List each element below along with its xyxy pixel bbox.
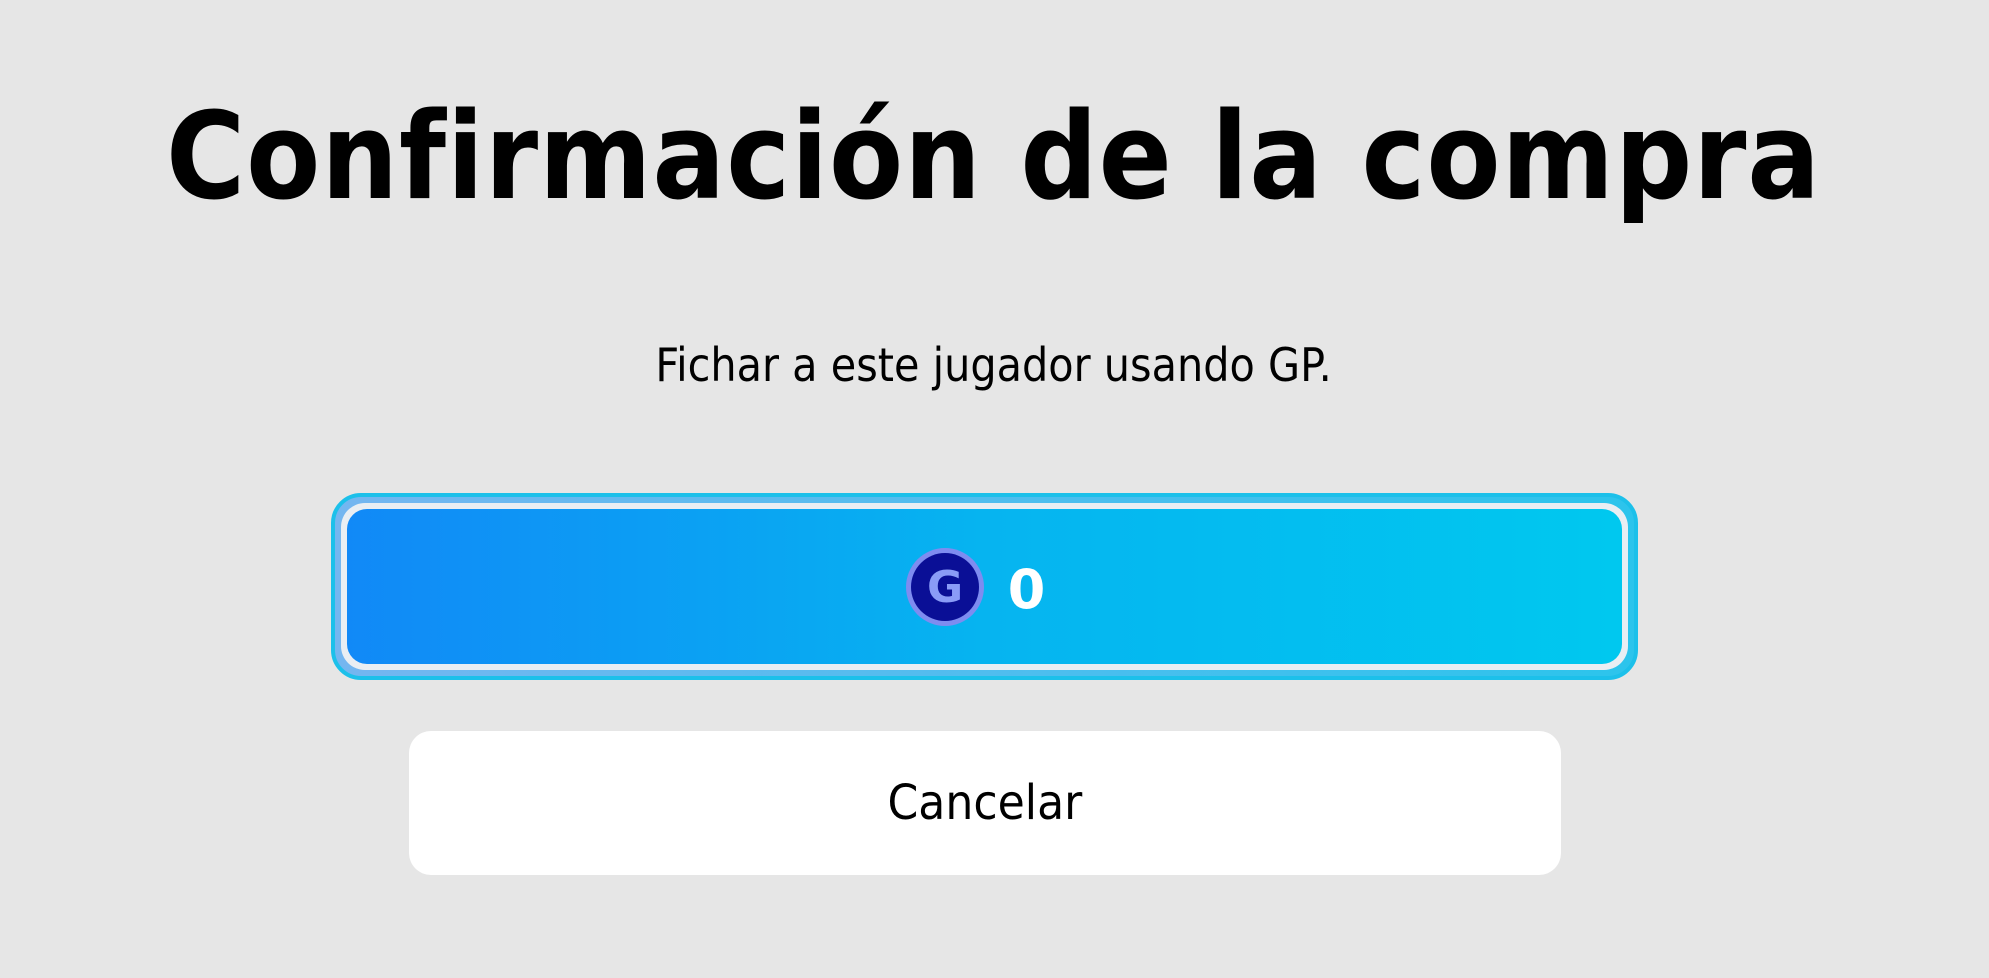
price-value: 0 <box>1007 557 1046 621</box>
dialog-subtitle: Fichar a este jugador usando GP. <box>655 338 1332 392</box>
purchase-confirmation-dialog: Confirmación de la compra Fichar a este … <box>0 0 1989 978</box>
cancel-button[interactable]: Cancelar <box>409 731 1561 875</box>
gp-coin-letter: G <box>927 562 963 613</box>
cancel-button-label: Cancelar <box>887 775 1083 831</box>
buy-button-face: G 0 <box>347 509 1622 664</box>
buy-button-frame: G 0 <box>341 503 1628 670</box>
dialog-title: Confirmación de la compra <box>165 88 1822 227</box>
buy-with-gp-button[interactable]: G 0 <box>331 493 1638 680</box>
gp-coin-icon: G <box>905 547 984 626</box>
